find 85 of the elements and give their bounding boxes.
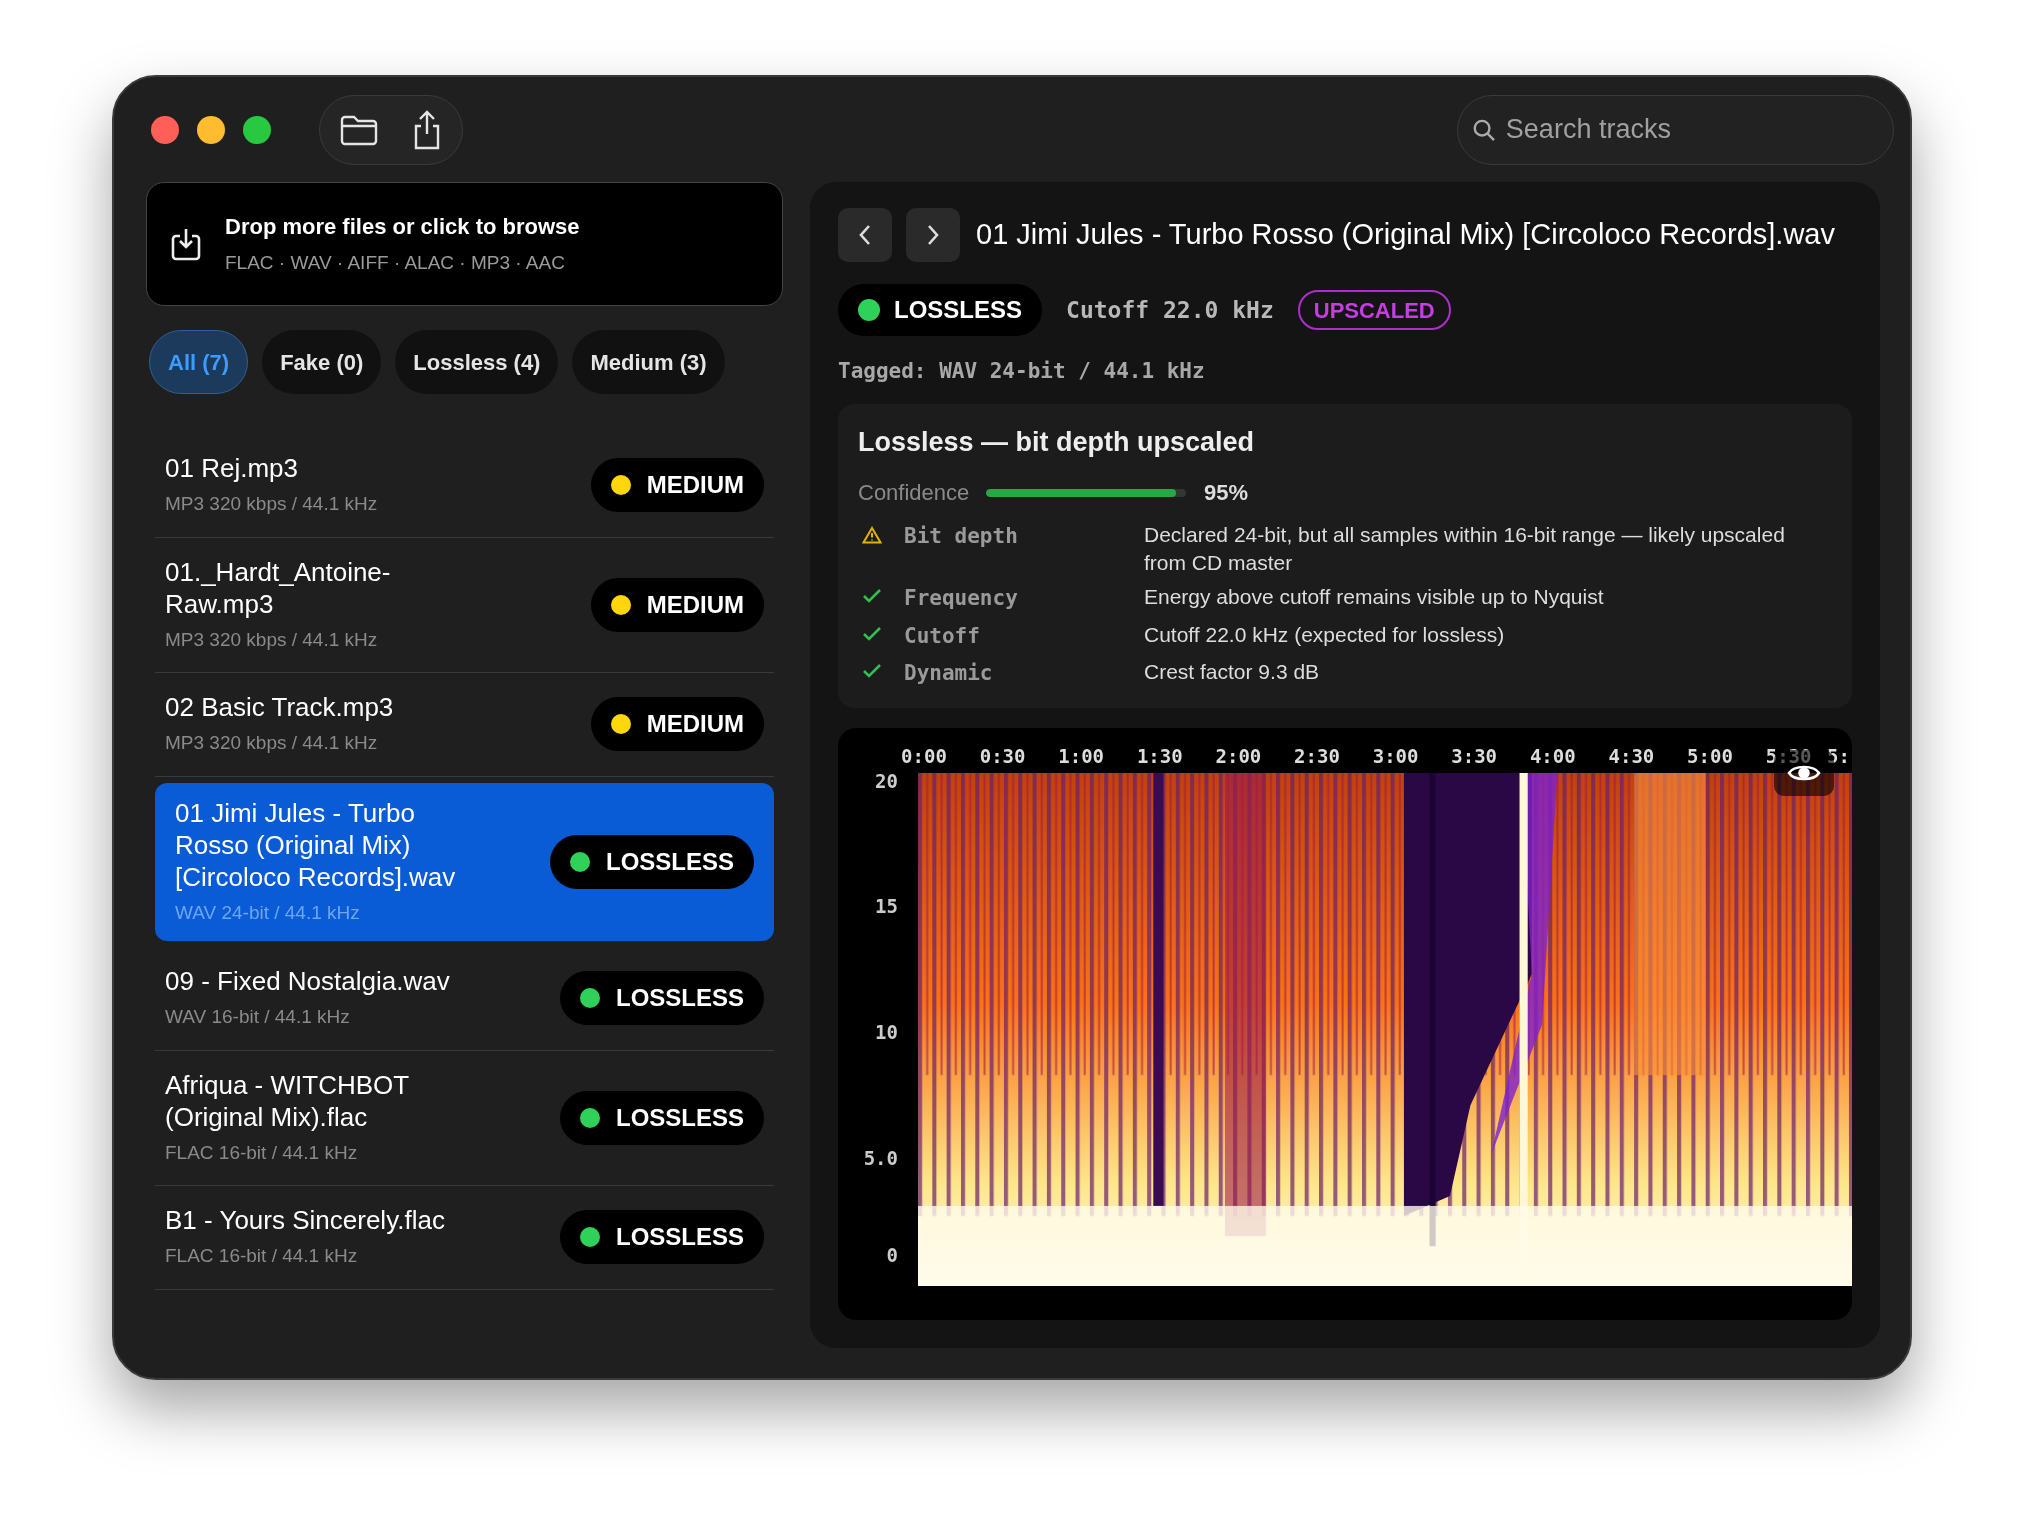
check-description: Energy above cutoff remains visible up to Nyquist [1144,584,1605,610]
track-name: Afriqua - WITCHBOT (Original Mix).flac [165,1068,410,1133]
download-icon [171,227,201,261]
time-tick-label: 4:00 [1529,743,1576,769]
track-row[interactable]: B1 - Yours Sincerely.flac FLAC 16-bit / 44.1 kHz LOSSLESS [155,1186,774,1290]
track-name: 01 Jimi Jules - Turbo Rosso (Original Mix) [Circoloco Records].wav [175,796,457,893]
grade-label: LOSSLESS [605,846,734,877]
track-row[interactable]: 02 Basic Track.mp3 MP3 320 kbps / 44.1 kHz MEDIUM [155,673,774,777]
track-name: B1 - Yours Sincerely.flac [165,1204,446,1236]
back-button[interactable] [838,208,892,262]
frequency-tick-label: 15 [875,893,898,919]
filter-tab[interactable]: Lossless (4) [395,330,559,394]
supported-formats: FLAC · WAV · AIFF · ALAC · MP3 · AAC [225,251,566,276]
grade-label: LOSSLESS [615,1102,744,1133]
grade-label: LOSSLESS [615,1222,744,1253]
minimize-window-button[interactable] [197,115,225,144]
drop-zone-title: Drop more files or click to browse [225,213,580,242]
grade-label: MEDIUM [646,709,744,740]
confidence-label: Confidence [858,479,968,507]
filter-tab[interactable]: Fake (0) [262,330,382,394]
time-tick-label: 5:30 [1765,743,1812,769]
check-label: Bit depth [904,523,1019,550]
track-format: FLAC 16-bit / 44.1 kHz [165,1140,359,1165]
time-tick-label: 1:00 [1058,743,1105,769]
share-icon[interactable] [412,109,442,150]
time-tick-label: 3:30 [1451,743,1498,769]
filter-tab[interactable]: Medium (3) [572,330,725,394]
track-row[interactable]: 09 - Fixed Nostalgia.wav WAV 16-bit / 44.1 kHz LOSSLESS [155,947,774,1051]
track-format: WAV 24-bit / 44.1 kHz [175,900,361,925]
time-tick-label: 1:30 [1136,743,1183,769]
checkmark-icon [862,663,882,679]
check-description: Declared 24-bit, but all samples within 16-bit range — likely upscaled from CD master [1144,522,1786,576]
upscaled-tag: UPSCALED [1297,290,1451,330]
check-description: Crest factor 9.3 dB [1144,659,1321,685]
time-tick-label: 3:00 [1372,743,1419,769]
track-name: 02 Basic Track.mp3 [165,691,395,723]
tagged-format: Tagged: WAV 24-bit / 44.1 kHz [838,358,1206,385]
grade-label: LOSSLESS [894,295,1023,325]
checkmark-icon [862,625,882,642]
zoom-window-button[interactable] [243,115,271,144]
track-format: FLAC 16-bit / 44.1 kHz [165,1244,359,1268]
track-title: 01 Jimi Jules - Turbo Rosso (Original Mix) [Circoloco Records].wav [976,217,1835,253]
forward-button[interactable] [906,208,960,262]
time-tick-label: 4:30 [1608,743,1655,769]
track-row[interactable]: 01 Jimi Jules - Turbo Rosso (Original Mix) [Circoloco Records].wav WAV 24-bit / 44.1 kHz LOSSLESS [155,782,774,941]
frequency-tick-label: 5.0 [863,1145,898,1171]
chevron-right-icon [926,224,940,246]
time-tick-label: 5:00 [1687,743,1733,769]
track-name: 09 - Fixed Nostalgia.wav [165,965,451,997]
frequency-tick-label: 0 [886,1242,898,1268]
check-label: Frequency [904,585,1019,612]
track-row[interactable]: 01 Rej.mp3 MP3 320 kbps / 44.1 kHz MEDIUM [155,434,774,538]
cutoff-label: Cutoff 22.0 kHz [1066,295,1274,325]
drop-zone[interactable]: Drop more files or click to browse FLAC · WAV · AIFF · ALAC · MP3 · AAC [146,182,783,306]
track-format: WAV 16-bit / 44.1 kHz [165,1005,351,1029]
grade-label: LOSSLESS [615,983,744,1014]
close-window-button[interactable] [151,115,179,144]
search-field[interactable]: Search tracks [1457,94,1894,165]
track-row[interactable]: 01._Hardt_Antoine-Raw.mp3 MP3 320 kbps / 44.1 kHz MEDIUM [155,537,774,673]
search-input[interactable]: Search tracks [1505,109,1879,150]
track-format: MP3 320 kbps / 44.1 kHz [165,492,379,516]
time-tick-label: 5: [1827,743,1850,769]
filter-tab[interactable]: All (7) [149,330,249,394]
time-tick-label: 2:30 [1294,743,1340,769]
time-tick-label: 0:30 [979,743,1026,769]
frequency-tick-label: 20 [875,768,898,794]
chevron-left-icon [858,224,872,246]
track-row[interactable]: Afriqua - WITCHBOT (Original Mix).flac FLAC 16-bit / 44.1 kHz LOSSLESS [155,1050,774,1186]
grade-label: MEDIUM [646,470,744,501]
track-name: 01._Hardt_Antoine-Raw.mp3 [165,555,392,620]
warning-icon [862,526,882,544]
time-tick-label: 0:00 [901,743,947,769]
folder-icon[interactable] [340,113,378,146]
grade-label: MEDIUM [646,589,744,620]
verdict-heading: Lossless — bit depth upscaled [858,425,1256,459]
checkmark-icon [862,588,882,604]
track-name: 01 Rej.mp3 [165,452,299,484]
track-format: MP3 320 kbps / 44.1 kHz [165,627,379,652]
check-label: Dynamic [904,660,994,687]
time-tick-label: 2:00 [1215,743,1262,769]
check-label: Cutoff [904,622,981,650]
check-description: Cutoff 22.0 kHz (expected for lossless) [1144,621,1506,648]
frequency-tick-label: 10 [875,1020,898,1046]
confidence-value: 95% [1204,479,1249,507]
track-format: MP3 320 kbps / 44.1 kHz [165,731,379,755]
